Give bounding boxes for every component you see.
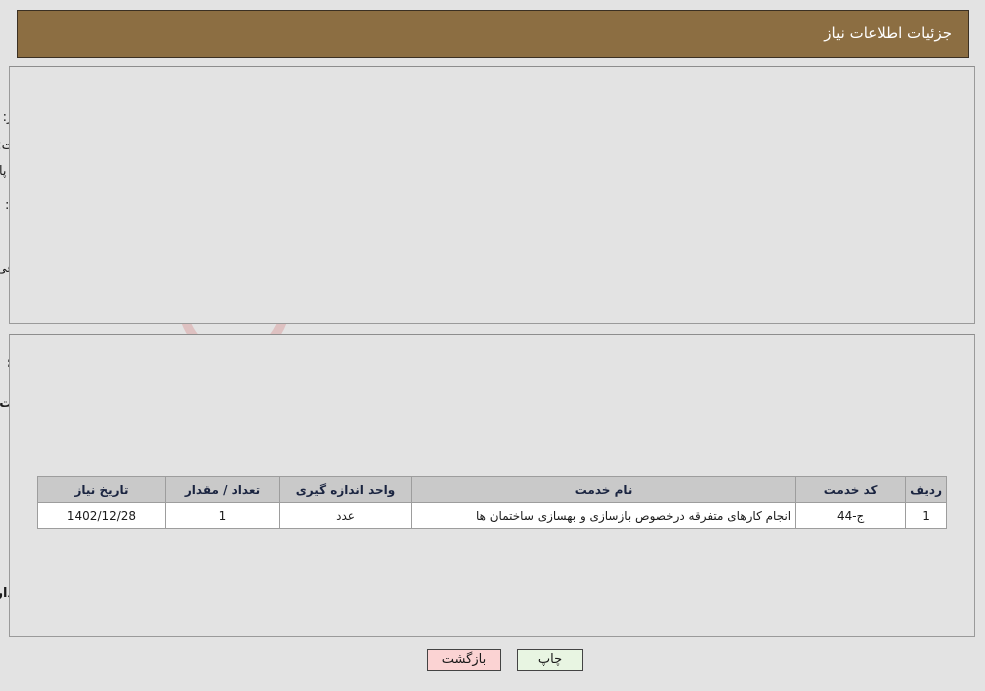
cell-code: ج-44 bbox=[796, 502, 908, 529]
print-button[interactable]: چاپ bbox=[518, 649, 584, 671]
cell-qty: 1 bbox=[166, 502, 281, 529]
page-title: جزئیات اطلاعات نیاز bbox=[825, 24, 953, 42]
th-date: تاریخ نیاز bbox=[38, 476, 167, 503]
cell-row: 1 bbox=[906, 502, 948, 529]
th-unit: واحد اندازه گیری bbox=[280, 476, 413, 503]
cell-unit: عدد bbox=[280, 502, 413, 529]
th-qty: تعداد / مقدار bbox=[166, 476, 281, 503]
table-header-row: ردیف کد خدمت نام خدمت واحد اندازه گیری ت… bbox=[38, 476, 948, 503]
table-row: 1 ج-44 انجام کارهای متفرقه درخصوص بازساز… bbox=[38, 502, 948, 529]
services-table: ردیف کد خدمت نام خدمت واحد اندازه گیری ت… bbox=[38, 476, 948, 529]
cell-name: انجام کارهای متفرقه درخصوص بازسازی و بهس… bbox=[411, 502, 798, 529]
cell-date: 1402/12/28 bbox=[38, 502, 167, 529]
th-row: ردیف bbox=[906, 476, 948, 503]
page-header: جزئیات اطلاعات نیاز bbox=[18, 10, 970, 58]
th-name: نام خدمت bbox=[411, 476, 798, 503]
page-root: ArtaTender.net جزئیات اطلاعات نیاز شماره… bbox=[0, 0, 985, 691]
need-info-panel bbox=[10, 66, 976, 324]
th-code: کد خدمت bbox=[796, 476, 908, 503]
back-button[interactable]: بازگشت bbox=[428, 649, 502, 671]
